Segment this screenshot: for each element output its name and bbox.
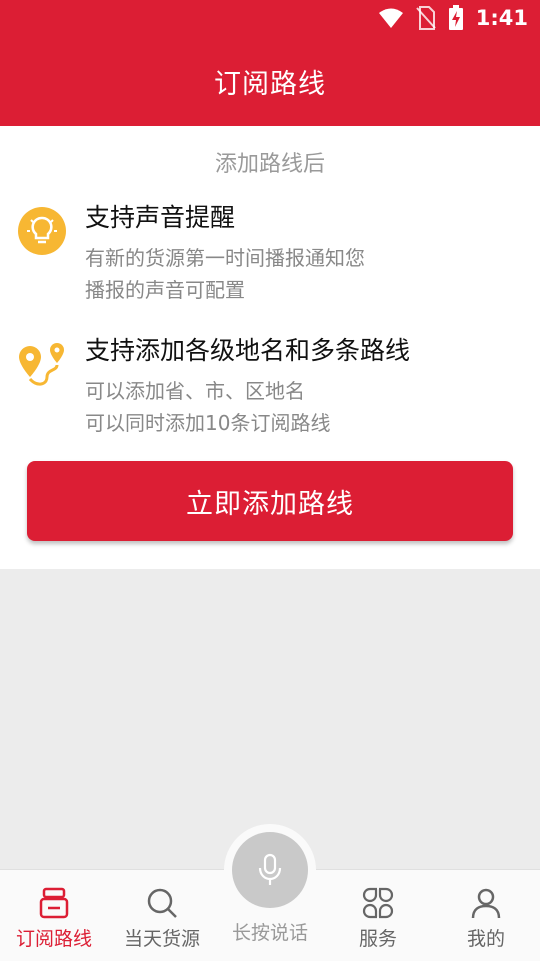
- intro-subtitle: 添加路线后: [214, 152, 325, 177]
- add-route-button[interactable]: 立即添加路线: [27, 461, 513, 541]
- feature-desc-line: 有新的货源第一时间播报通知您: [85, 246, 365, 270]
- battery-charging-icon: [448, 5, 463, 30]
- status-time: 1:41: [475, 6, 528, 30]
- hold-to-talk-label: 长按说话: [231, 922, 308, 944]
- feature-desc-line: 播报的声音可配置: [85, 278, 245, 302]
- no-sim-icon: [416, 6, 436, 30]
- feature-desc-line: 可以添加省、市、区地名: [85, 379, 305, 403]
- status-bar: 1:41: [0, 0, 540, 36]
- nav-label: 当天货源: [123, 928, 200, 950]
- feature-desc-line: 可以同时添加10条订阅路线: [85, 411, 331, 435]
- page-title: 订阅路线: [214, 68, 326, 100]
- microphone-icon: [258, 853, 282, 885]
- intro-card: 添加路线后 支持声音提醒 有新的货源第一时间播报通知您 播报的声音可配置 支持添…: [0, 126, 540, 569]
- nav-item-mine[interactable]: 我的: [432, 870, 540, 961]
- status-icons: 1:41: [378, 4, 528, 32]
- subscribe-route-icon: [39, 887, 69, 919]
- search-icon: [147, 888, 177, 918]
- header: 订阅路线: [0, 36, 540, 126]
- nav-label: 服务: [358, 928, 397, 950]
- services-grid-icon: [362, 887, 394, 919]
- nav-label: 订阅路线: [15, 928, 92, 950]
- wifi-icon: [378, 8, 403, 28]
- nav-item-services[interactable]: 服务: [324, 870, 432, 961]
- nav-item-subscribe-route[interactable]: 订阅路线: [0, 870, 108, 961]
- feature-title: 支持声音提醒: [85, 203, 236, 232]
- user-icon: [471, 888, 501, 919]
- feature-title: 支持添加各级地名和多条路线: [85, 336, 411, 365]
- hold-to-talk-button[interactable]: [232, 832, 308, 908]
- nav-item-today-cargo[interactable]: 当天货源: [108, 870, 216, 961]
- route-pin-icon: [19, 343, 64, 386]
- nav-label: 我的: [466, 928, 505, 950]
- lightbulb-icon: [18, 207, 66, 255]
